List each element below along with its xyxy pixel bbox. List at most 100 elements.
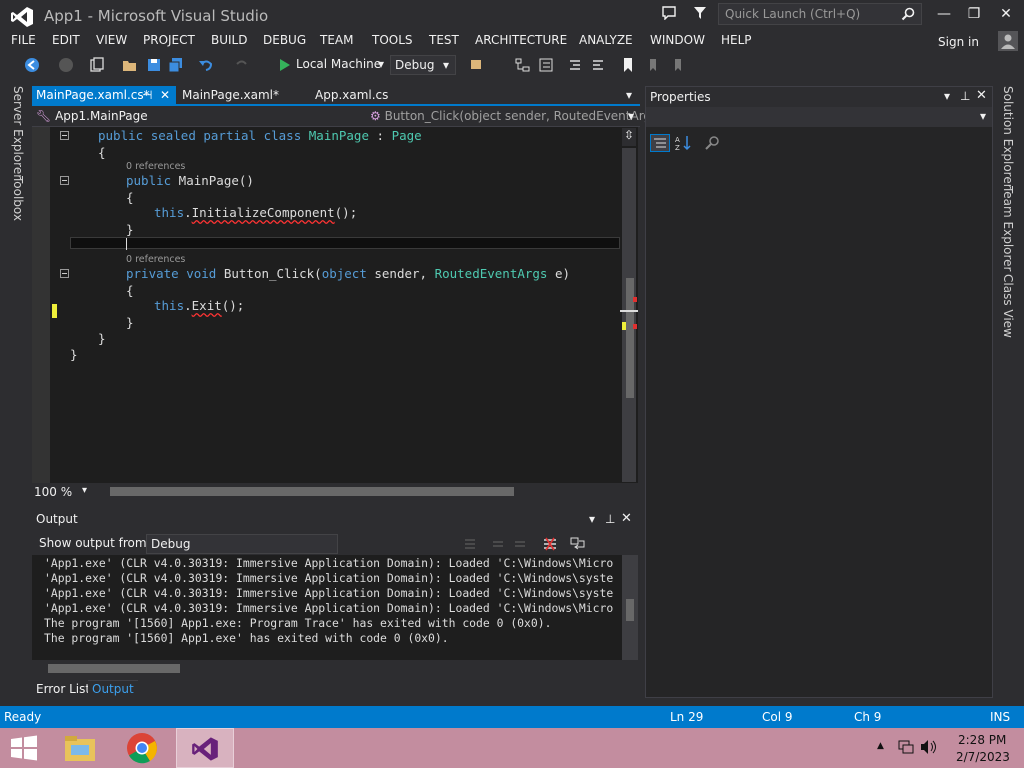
menu-file[interactable]: FILE [11, 33, 36, 47]
open-folder-icon[interactable] [122, 57, 138, 73]
word-wrap-icon[interactable] [570, 536, 586, 552]
zoom-level[interactable]: 100 % [34, 485, 72, 499]
redo-icon[interactable] [234, 57, 250, 73]
output-line: 'App1.exe' (CLR v4.0.30319: Immersive Ap… [44, 586, 614, 600]
panel-menu-icon[interactable]: ▾ [944, 89, 950, 103]
tab-error-list[interactable]: Error List [36, 682, 90, 696]
menu-tools[interactable]: TOOLS [372, 33, 413, 47]
sign-in-link[interactable]: Sign in [938, 35, 979, 49]
back-arrow-icon[interactable] [24, 57, 40, 73]
class-view-icon[interactable] [538, 57, 554, 73]
clear-all-icon[interactable] [542, 536, 558, 552]
save-icon[interactable] [146, 57, 162, 73]
feedback-icon[interactable] [662, 6, 676, 20]
menu-project[interactable]: PROJECT [143, 33, 195, 47]
pin-icon[interactable]: ⊥ [960, 89, 970, 103]
pin-icon[interactable]: ⊣ [142, 88, 152, 102]
horizontal-scrollbar-thumb[interactable] [48, 664, 180, 673]
close-icon[interactable]: ✕ [160, 88, 170, 102]
property-pages-icon[interactable] [704, 135, 720, 151]
scrollbar-thumb[interactable] [626, 278, 634, 398]
volume-icon[interactable] [920, 739, 938, 755]
code-line: this.InitializeComponent(); [154, 205, 358, 220]
browser-link-icon[interactable] [470, 57, 486, 73]
scrollbar-thumb[interactable] [626, 599, 634, 621]
previous-bookmark-icon[interactable] [645, 57, 661, 73]
forward-arrow-icon[interactable] [58, 57, 74, 73]
go-to-location-icon[interactable] [462, 536, 478, 552]
close-icon[interactable]: ✕ [621, 511, 632, 526]
menu-team[interactable]: TEAM [320, 33, 353, 47]
search-icon[interactable] [901, 7, 915, 21]
close-icon[interactable]: ✕ [976, 88, 987, 103]
output-horizontal-scrollbar[interactable] [32, 660, 638, 676]
code-lens-references[interactable]: 0 references [126, 254, 185, 265]
split-editor-icon[interactable]: ⇳ [622, 128, 636, 146]
chevron-down-icon[interactable]: ▾ [82, 485, 87, 496]
toolbox-tab[interactable]: Toolbox [9, 176, 25, 221]
collapse-region-icon[interactable] [60, 131, 69, 140]
taskbar-visual-studio-button[interactable] [176, 728, 234, 768]
menu-window[interactable]: WINDOW [650, 33, 705, 47]
bookmark-icon[interactable] [620, 57, 636, 73]
type-dropdown[interactable]: 🔧︎ App1.MainPage [36, 109, 148, 123]
clock-time[interactable]: 2:28 PM [958, 733, 1006, 747]
network-icon[interactable] [898, 739, 914, 755]
save-all-icon[interactable] [168, 57, 184, 73]
next-bookmark-icon[interactable] [670, 57, 686, 73]
team-explorer-tab[interactable]: Team Explorer [999, 186, 1015, 272]
new-project-icon[interactable] [89, 57, 105, 73]
undo-icon[interactable] [198, 57, 214, 73]
collapse-region-icon[interactable] [60, 269, 69, 278]
code-editor[interactable]: public sealed partial class MainPage : P… [32, 127, 638, 483]
code-line: } [126, 222, 134, 237]
menu-debug[interactable]: DEBUG [263, 33, 306, 47]
file-explorer-icon[interactable] [63, 733, 97, 763]
menu-edit[interactable]: EDIT [52, 33, 80, 47]
horizontal-scrollbar-thumb[interactable] [110, 487, 514, 496]
windows-start-icon[interactable] [10, 735, 38, 761]
previous-message-icon[interactable] [490, 536, 506, 552]
menu-architecture[interactable]: ARCHITECTURE [475, 33, 567, 47]
filter-icon[interactable] [693, 6, 707, 20]
menu-help[interactable]: HELP [721, 33, 752, 47]
tab-mainpage-xaml-cs[interactable]: MainPage.xaml.cs* ⊣ ✕ [32, 86, 176, 106]
configuration-select[interactable]: Debug ▾ [390, 55, 456, 75]
menu-view[interactable]: VIEW [96, 33, 127, 47]
alphabetical-sort-icon[interactable]: AZ [674, 134, 692, 152]
collapse-region-icon[interactable] [60, 176, 69, 185]
server-explorer-tab[interactable]: Server Explorer [9, 86, 25, 179]
minimize-button[interactable]: — [930, 4, 958, 26]
play-icon [280, 59, 290, 71]
clock-date[interactable]: 2/7/2023 [956, 750, 1010, 764]
class-view-tab[interactable]: Class View [999, 274, 1015, 338]
comment-lines-icon[interactable] [567, 57, 583, 73]
categorized-icon[interactable] [650, 134, 670, 152]
uncomment-lines-icon[interactable] [590, 57, 606, 73]
code-lens-references[interactable]: 0 references [126, 161, 185, 172]
tab-mainpage-xaml[interactable]: MainPage.xaml* [178, 86, 283, 106]
chrome-icon[interactable] [126, 732, 158, 764]
tab-app-xaml-cs[interactable]: App.xaml.cs [311, 86, 392, 106]
output-vertical-scrollbar[interactable] [622, 555, 638, 660]
avatar[interactable] [998, 31, 1018, 51]
object-selector[interactable]: ▾ [646, 107, 992, 127]
menu-analyze[interactable]: ANALYZE [579, 33, 633, 47]
chevron-down-icon[interactable]: ▾ [628, 109, 634, 123]
tab-output[interactable]: Output [88, 680, 138, 697]
chevron-down-icon[interactable]: ▾ [378, 57, 384, 71]
output-text-area[interactable]: 'App1.exe' (CLR v4.0.30319: Immersive Ap… [32, 555, 622, 660]
panel-menu-icon[interactable]: ▾ [589, 512, 595, 526]
quick-launch-input[interactable]: Quick Launch (Ctrl+Q) [718, 3, 922, 25]
pin-icon[interactable]: ⊥ [605, 512, 615, 526]
tab-overflow-icon[interactable]: ▾ [626, 88, 632, 102]
show-hidden-icons-icon[interactable]: ▲ [877, 741, 884, 751]
output-source-select[interactable]: Debug [146, 534, 338, 554]
solution-explorer-tab[interactable]: Solution Explorer [999, 86, 1015, 189]
hierarchy-icon[interactable] [515, 57, 531, 73]
menu-test[interactable]: TEST [429, 33, 459, 47]
close-button[interactable]: ✕ [992, 4, 1020, 26]
next-message-icon[interactable] [512, 536, 528, 552]
maximize-button[interactable]: ❐ [960, 4, 988, 26]
menu-build[interactable]: BUILD [211, 33, 247, 47]
